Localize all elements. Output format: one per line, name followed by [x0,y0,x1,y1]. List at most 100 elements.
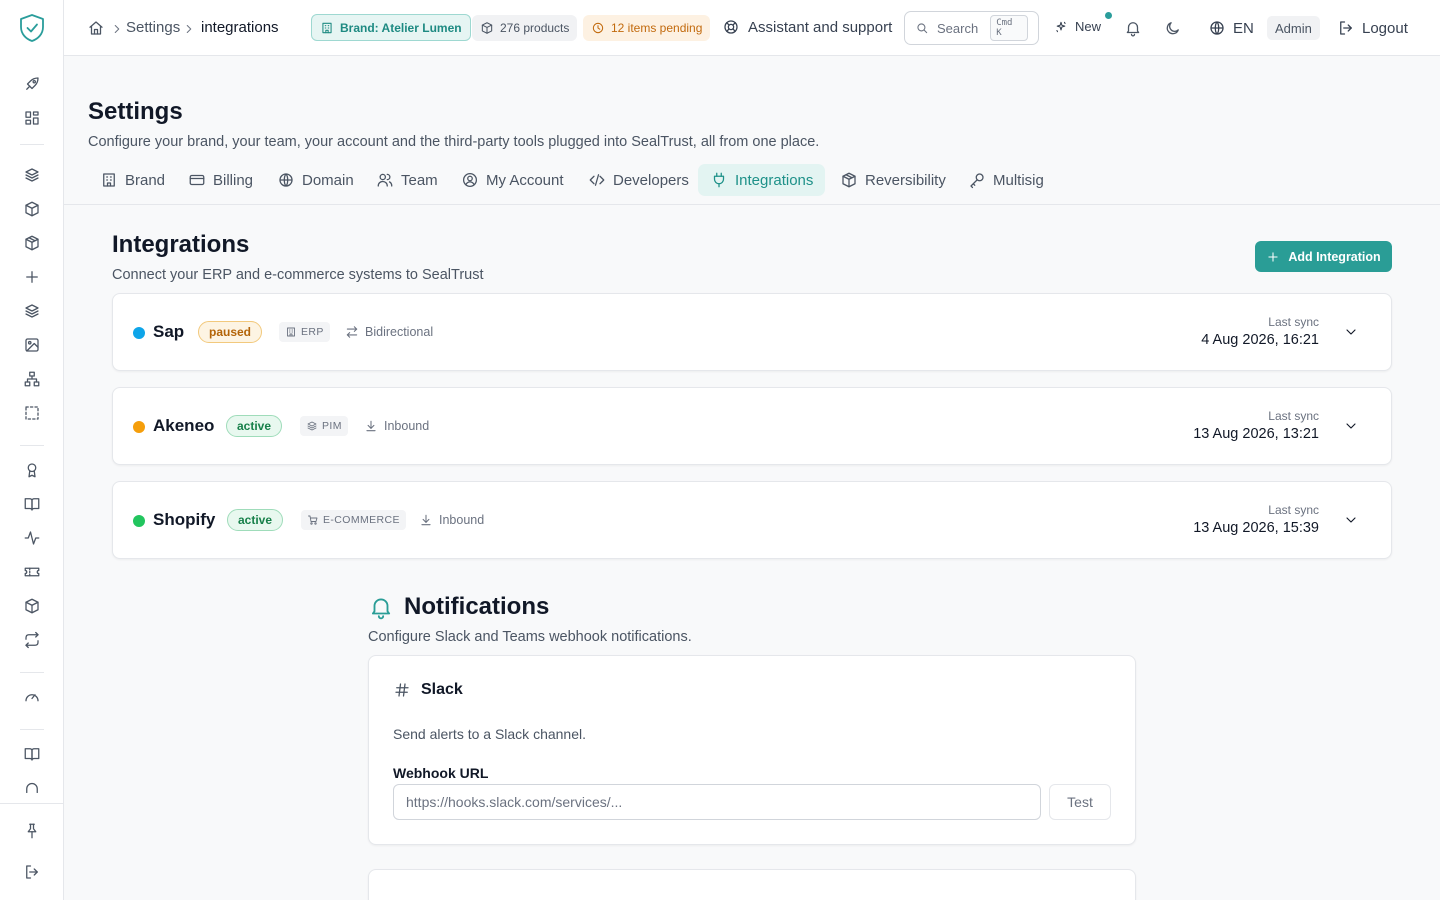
arrows-left-right-icon [345,325,359,339]
gauge-icon[interactable] [23,688,41,706]
logout-button[interactable]: Logout [1337,19,1408,37]
integration-card-shopify[interactable]: Shopify active E-COMMERCE Inbound Last s… [112,481,1392,559]
tab-label: Multisig [993,171,1044,189]
download-icon [364,419,378,433]
shield-check-logo-icon[interactable] [19,13,45,43]
award-icon[interactable] [23,461,41,479]
plus-icon[interactable] [23,268,41,286]
box-icon[interactable] [23,200,41,218]
tab-billing[interactable]: Billing [176,164,265,196]
tab-brand[interactable]: Brand [88,164,177,196]
new-label: New [1075,19,1102,34]
tab-integrations[interactable]: Integrations [698,164,826,196]
search-label: Search [937,20,979,36]
language-switcher[interactable]: EN [1208,19,1254,37]
hierarchy-icon[interactable] [23,370,41,388]
bell-icon[interactable] [1124,19,1142,37]
hash-icon [393,681,411,699]
sidebar [0,0,64,900]
breadcrumb-settings[interactable]: Settings [126,19,180,36]
role-badge: Admin [1267,16,1320,40]
add-integration-button[interactable]: Add Integration [1255,241,1392,272]
support-label: Assistant and support [748,18,893,36]
teams-panel [368,869,1136,900]
support-link[interactable]: Assistant and support [722,18,892,36]
activity-icon[interactable] [23,529,41,547]
test-button[interactable]: Test [1049,784,1111,820]
chevron-right-icon [110,22,124,36]
tab-multisig[interactable]: Multisig [956,164,1056,196]
package-icon [840,171,858,189]
pending-pill[interactable]: 12 items pending [583,15,711,41]
book-open-icon[interactable] [23,495,41,513]
globe-icon [1208,19,1226,37]
notifications-title: Notifications [368,593,549,621]
sync-direction: Bidirectional [345,322,433,342]
search-button[interactable]: Search Cmd K [904,11,1039,45]
sign-out-icon[interactable] [23,863,41,881]
layers-icon[interactable] [23,166,41,184]
select-area-icon[interactable] [23,404,41,422]
moon-icon[interactable] [1164,19,1182,37]
tab-team[interactable]: Team [364,164,450,196]
search-shortcut: Cmd K [990,15,1028,41]
tab-reversibility[interactable]: Reversibility [828,164,958,196]
last-sync-label: Last sync [1268,315,1319,329]
notifications-title-label: Notifications [404,593,550,620]
rocket-icon[interactable] [23,75,41,93]
integration-card-akeneo[interactable]: Akeneo active PIM Inbound Last sync 13 A… [112,387,1392,465]
status-dot [133,421,145,433]
page-title: Settings [88,98,183,125]
breadcrumb-current: integrations [201,19,279,36]
webhook-url-input[interactable] [393,784,1041,820]
building-icon [320,21,334,35]
sync-direction: Inbound [364,416,429,436]
type-badge: PIM [300,416,348,436]
tab-label: Integrations [735,171,814,189]
ticket-icon[interactable] [23,563,41,581]
notifications-subtitle: Configure Slack and Teams webhook notifi… [368,629,692,645]
tab-label: Team [401,171,438,189]
cube-icon[interactable] [23,597,41,615]
tab-developers[interactable]: Developers [576,164,701,196]
dashboard-grid-icon[interactable] [23,109,41,127]
chevron-down-icon[interactable] [1343,418,1359,434]
status-dot [133,327,145,339]
last-sync-value: 4 Aug 2026, 16:21 [1201,332,1319,348]
integrations-subtitle: Connect your ERP and e-commerce systems … [112,267,484,283]
image-icon[interactable] [23,336,41,354]
tab-domain[interactable]: Domain [265,164,366,196]
sidebar-divider [0,803,64,804]
products-pill[interactable]: 276 products [472,15,578,41]
box-icon [480,21,494,35]
credit-card-icon [188,171,206,189]
package-icon[interactable] [23,234,41,252]
home-icon[interactable] [87,19,105,37]
type-badge: ERP [279,322,330,342]
brand-pill-label: Brand: Atelier Lumen [340,20,462,35]
tab-label: Reversibility [865,171,946,189]
pin-icon[interactable] [23,822,41,840]
brand-pill[interactable]: Brand: Atelier Lumen [311,14,471,41]
logout-icon [1337,19,1355,37]
type-label: PIM [322,420,342,432]
last-sync-label: Last sync [1268,503,1319,517]
status-badge: active [226,415,283,437]
tab-my-account[interactable]: My Account [449,164,576,196]
globe-icon [277,171,295,189]
pending-pill-label: 12 items pending [611,21,703,35]
new-button[interactable]: New [1054,19,1101,34]
chevron-down-icon[interactable] [1343,512,1359,528]
layers-icon [306,420,318,432]
last-sync-label: Last sync [1268,409,1319,423]
chevron-down-icon[interactable] [1343,324,1359,340]
stack-icon[interactable] [23,302,41,320]
integration-card-sap[interactable]: Sap paused ERP Bidirectional Last sync 4… [112,293,1392,371]
slack-description: Send alerts to a Slack channel. [393,726,587,742]
headset-icon[interactable] [23,779,41,793]
lifebuoy-icon [722,18,740,36]
repeat-icon[interactable] [23,631,41,649]
docs-book-icon[interactable] [23,745,41,763]
chevron-right-icon [182,22,196,36]
status-badge: paused [198,321,263,343]
